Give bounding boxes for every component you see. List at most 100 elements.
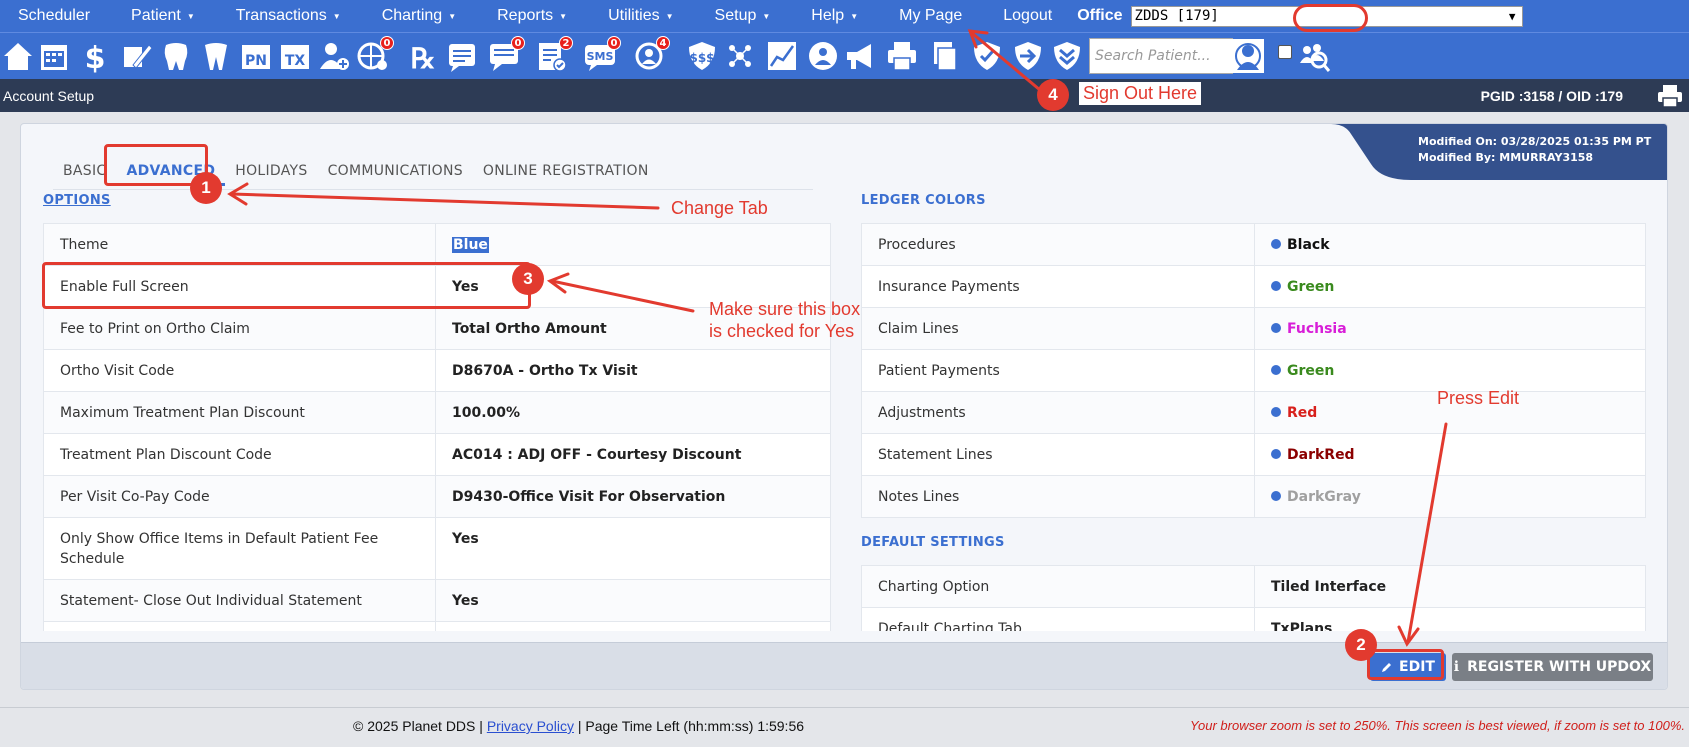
rx-tool-button[interactable]: ℞ <box>405 38 441 74</box>
home-tool-button[interactable] <box>0 38 36 74</box>
tab-holidays[interactable]: HOLIDAYS <box>225 156 317 186</box>
print-button[interactable] <box>1657 84 1683 112</box>
logout-highlight <box>1293 4 1368 32</box>
edit-button-highlight <box>1367 649 1444 680</box>
add-user-tool-button[interactable] <box>316 38 352 74</box>
default-settings-scroll[interactable]: Charting Option Tiled Interface Default Ch… <box>861 565 1646 631</box>
menu-transactions[interactable]: Transactions ▼ <box>218 7 341 25</box>
color-dot-icon <box>1271 491 1281 501</box>
documents-icon <box>934 42 957 71</box>
tab-online-registration[interactable]: ONLINE REGISTRATION <box>473 156 659 186</box>
dollar-tool-button[interactable]: $ <box>77 38 113 74</box>
office-label: Office <box>1077 7 1123 24</box>
color-dot-icon <box>1271 281 1281 291</box>
search-patient-button[interactable] <box>1230 36 1266 76</box>
chart-tool-button[interactable] <box>764 38 800 74</box>
arrow-icon <box>1015 42 1041 70</box>
menu-patient[interactable]: Patient ▼ <box>113 7 195 25</box>
tabs-divider <box>53 189 813 190</box>
color-name: Black <box>1287 237 1330 253</box>
tx-icon: TX <box>281 45 309 69</box>
globe-tool-button[interactable]: 0 <box>355 36 394 74</box>
table-row: Patient Payments Green <box>861 349 1646 392</box>
setting-value: AC014 : ADJ OFF - Courtesy Discount <box>435 433 831 476</box>
setting-label: Notes Lines <box>861 475 1255 518</box>
search-checkbox[interactable] <box>1278 45 1292 59</box>
menu-setup[interactable]: Setup ▼ <box>697 7 771 25</box>
page-header: Account Setup PGID :3158 / OID :179 <box>0 79 1689 112</box>
modified-by: Modified By: MMURRAY3158 <box>1418 151 1594 164</box>
printer-tool-button[interactable] <box>884 38 920 74</box>
register-updox-button[interactable]: ℹ REGISTER WITH UPDOX <box>1452 653 1653 681</box>
tab-communications[interactable]: COMMUNICATIONS <box>318 156 473 186</box>
press-edit-note: Press Edit <box>1437 388 1520 408</box>
menu-my-page[interactable]: My Page <box>881 7 962 25</box>
menu-scheduler[interactable]: Scheduler <box>0 7 90 25</box>
teeth-tool-button[interactable] <box>198 38 234 74</box>
double-chevron-tool-button[interactable] <box>1049 38 1085 74</box>
pn-tool-button[interactable]: PN <box>238 38 274 74</box>
sms-tool-button[interactable]: SMS 0 <box>582 36 621 74</box>
privacy-policy-link[interactable]: Privacy Policy <box>487 718 574 734</box>
setting-label: Treatment Plan Discount Code <box>43 433 436 476</box>
ledger-colors-title: LEDGER COLORS <box>861 193 986 208</box>
main-menu-bar: Scheduler Patient ▼ Transactions ▼ Chartin… <box>0 0 1689 32</box>
setting-label: Theme <box>43 223 436 266</box>
setting-value: Blue <box>435 223 831 266</box>
menu-reports[interactable]: Reports ▼ <box>479 7 567 25</box>
setting-value: Yes <box>435 579 831 622</box>
svg-text:$$$: $$$ <box>689 51 714 65</box>
dollar-icon: $ <box>85 41 106 73</box>
table-row: Procedures Black <box>861 223 1646 266</box>
search-patient-input[interactable]: Search Patient... <box>1089 38 1233 74</box>
change-tab-note: Change Tab <box>671 198 768 218</box>
setting-label: Claim Lines <box>861 307 1255 350</box>
setting-label: Statement Lines <box>861 433 1255 476</box>
setting-value: Tiled Interface <box>1254 565 1646 608</box>
network-tool-button[interactable] <box>722 38 758 74</box>
group-search-button[interactable] <box>1296 38 1332 74</box>
recall-tool-button[interactable]: 4 <box>631 36 670 74</box>
checklist-tool-button[interactable]: 2 <box>534 36 573 74</box>
calendar-icon <box>41 45 67 70</box>
office-select-value: ZDDS [179] <box>1134 8 1219 24</box>
page-timer: | Page Time Left (hh:mm:ss) 1:59:56 <box>573 718 805 734</box>
menu-utilities[interactable]: Utilities ▼ <box>590 7 673 25</box>
color-dot-icon <box>1271 449 1281 459</box>
table-row: Theme Blue <box>43 223 831 266</box>
menu-help[interactable]: Help ▼ <box>793 7 858 25</box>
shield-tool-button[interactable] <box>969 38 1005 74</box>
search-placeholder: Search Patient... <box>1095 48 1211 64</box>
table-row: Claim Lines Fuchsia <box>861 307 1646 350</box>
table-row: Treatment Plan Discount Code AC014 : ADJ … <box>43 433 831 476</box>
modified-on: Modified On: 03/28/2025 01:35 PM PT <box>1418 135 1652 148</box>
setting-value: Yes <box>435 517 831 580</box>
arrow-tool-button[interactable] <box>1010 38 1046 74</box>
table-row: Insurance Payments Green <box>861 265 1646 308</box>
caret-down-icon: ▼ <box>186 11 195 21</box>
setting-label: Insurance Payments <box>861 265 1255 308</box>
dollars-icon: $$$ <box>689 42 715 70</box>
pen-tool-button[interactable] <box>118 38 154 74</box>
megaphone-tool-button[interactable] <box>842 38 878 74</box>
setting-label: Only Show Office Items in Default Patien… <box>43 517 436 580</box>
notification-badge: 0 <box>511 36 525 50</box>
note-tool-button[interactable] <box>444 38 480 74</box>
dollars-tool-button[interactable]: $$$ <box>684 38 720 74</box>
tooth-tool-button[interactable] <box>158 38 194 74</box>
setting-value: D9430-Office Visit For Observation <box>435 475 831 518</box>
table-row <box>43 621 831 631</box>
world-tool-button[interactable] <box>805 38 841 74</box>
pen-icon <box>124 44 153 69</box>
menu-charting[interactable]: Charting ▼ <box>364 7 456 25</box>
sign-out-note: Sign Out Here <box>1079 82 1202 105</box>
chart-icon <box>768 42 796 70</box>
tx-tool-button[interactable]: TX <box>277 38 313 74</box>
caret-down-icon: ▼ <box>850 11 859 21</box>
network-icon <box>729 45 751 67</box>
chat-tool-button[interactable]: 0 <box>486 36 525 74</box>
documents-tool-button[interactable] <box>927 38 963 74</box>
logout-button[interactable]: Logout <box>985 7 1052 25</box>
notification-badge: 0 <box>380 36 394 50</box>
calendar-tool-button[interactable] <box>36 38 72 74</box>
